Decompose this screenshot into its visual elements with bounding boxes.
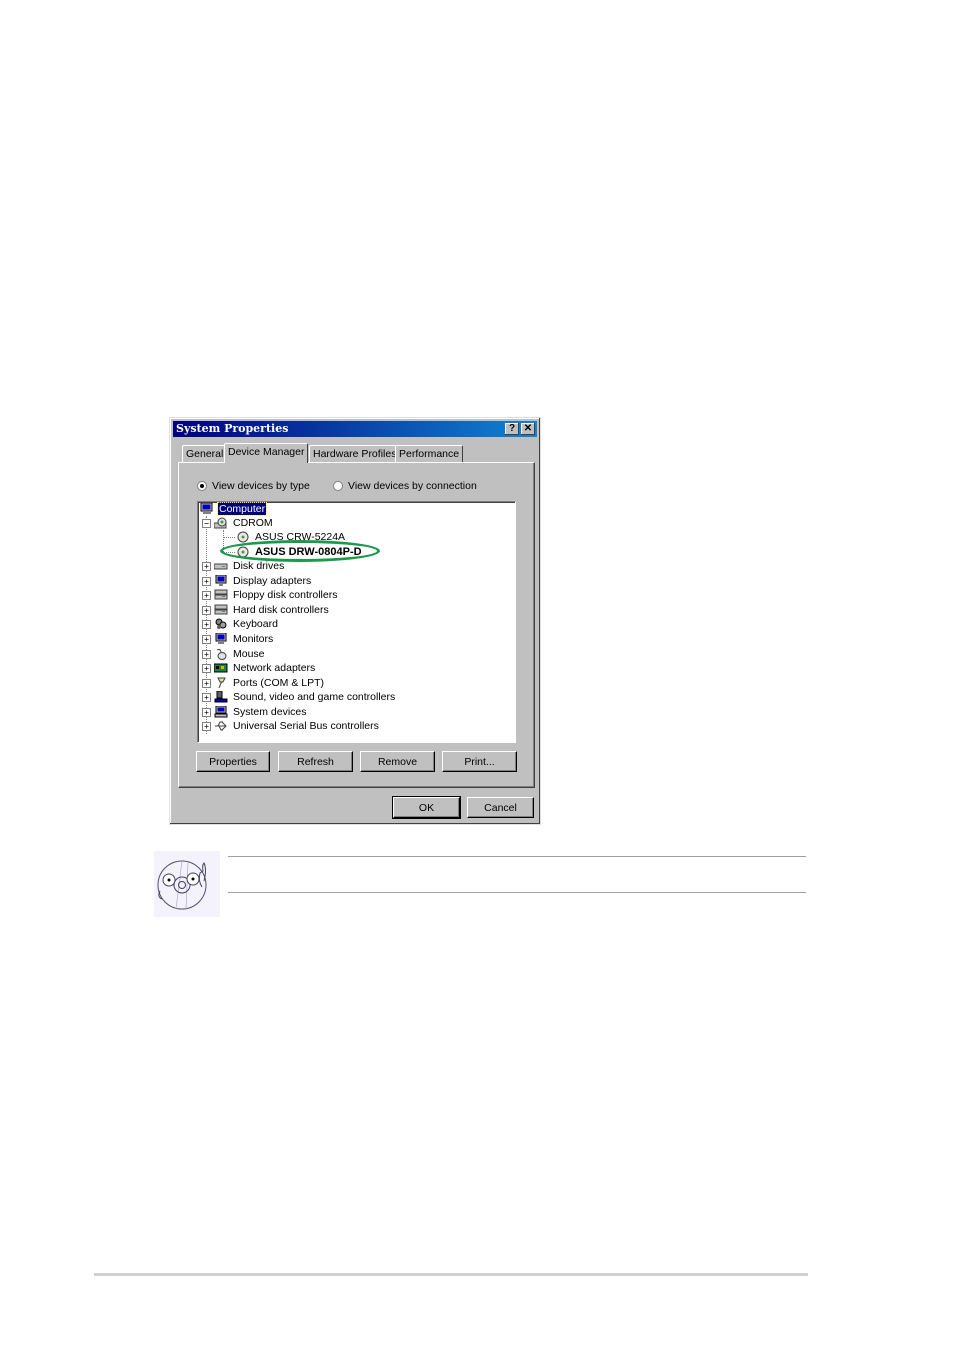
expand-toggle[interactable]: +: [202, 707, 211, 717]
view-by-type-label: View devices by type: [212, 480, 310, 492]
expand-toggle[interactable]: +: [202, 605, 211, 615]
tab-device-manager[interactable]: Device Manager: [224, 443, 309, 463]
hard-disk-controller-icon: [214, 604, 228, 616]
tree-label: Computer: [216, 502, 268, 516]
note-top-rule: [228, 856, 806, 857]
tree-label: Keyboard: [233, 618, 278, 630]
view-by-connection-label: View devices by connection: [348, 480, 477, 492]
tree-item-keyboard[interactable]: + Keyboard: [202, 617, 279, 631]
cancel-button[interactable]: Cancel: [467, 797, 534, 818]
tree-label: CDROM: [233, 517, 273, 529]
tree-label: System devices: [233, 706, 307, 718]
system-properties-dialog: System Properties ? ✕ General Device Man…: [169, 417, 541, 825]
collapse-toggle[interactable]: −: [202, 518, 211, 528]
tree-label: Display adapters: [233, 575, 312, 587]
tree-label: Hard disk controllers: [233, 604, 329, 616]
display-adapter-icon: [214, 574, 228, 587]
tree-label: Sound, video and game controllers: [233, 691, 396, 703]
expand-toggle[interactable]: +: [202, 576, 211, 586]
expand-toggle[interactable]: +: [202, 678, 211, 688]
tree-label: Floppy disk controllers: [233, 589, 338, 601]
tab-performance[interactable]: Performance: [395, 445, 464, 462]
tree-item-mouse[interactable]: + Mouse: [202, 647, 266, 661]
monitor-icon: [214, 632, 228, 645]
tree-item-monitors[interactable]: + Monitors: [202, 632, 274, 646]
print-button[interactable]: Print...: [442, 751, 517, 772]
highlight-ellipse: [220, 540, 380, 562]
title-bar[interactable]: System Properties ? ✕: [173, 421, 537, 437]
tree-item-usb-controllers[interactable]: + Universal Serial Bus controllers: [202, 719, 380, 733]
footer-rule: [94, 1273, 808, 1276]
remove-button[interactable]: Remove: [360, 751, 435, 772]
refresh-button[interactable]: Refresh: [278, 751, 353, 772]
expand-toggle[interactable]: +: [202, 649, 211, 659]
tab-general[interactable]: General: [182, 445, 228, 462]
mouse-icon: [214, 648, 228, 660]
tree-label: Monitors: [233, 633, 274, 645]
tree-label: Disk drives: [233, 560, 285, 572]
tree-item-cdrom[interactable]: − CDROM: [202, 516, 274, 530]
radio-view-by-connection[interactable]: [333, 481, 343, 491]
tree-item-ports[interactable]: + Ports (COM & LPT): [202, 676, 325, 690]
tree-item-floppy-controllers[interactable]: + Floppy disk controllers: [202, 588, 338, 602]
usb-icon: [214, 720, 228, 732]
tree-label: Universal Serial Bus controllers: [233, 720, 379, 732]
tree-item-sound-controllers[interactable]: + Sound, video and game controllers: [202, 690, 396, 704]
properties-button[interactable]: Properties: [196, 751, 270, 772]
dialog-title: System Properties: [176, 422, 289, 435]
network-adapter-icon: [213, 662, 228, 674]
note-bottom-rule: [228, 892, 806, 893]
keyboard-icon: [214, 618, 228, 630]
expand-toggle[interactable]: +: [202, 692, 211, 702]
floppy-controller-icon: [214, 589, 228, 601]
expand-toggle[interactable]: +: [202, 619, 211, 629]
tree-item-system-devices[interactable]: + System devices: [202, 705, 308, 719]
expand-toggle[interactable]: +: [202, 721, 211, 731]
expand-toggle[interactable]: +: [202, 590, 211, 600]
tree-item-computer[interactable]: Computer: [200, 502, 268, 516]
view-by-connection-option[interactable]: View devices by connection: [333, 480, 477, 492]
expand-toggle[interactable]: +: [202, 663, 211, 673]
device-tree[interactable]: Computer − CDROM ASUS CRW-5224A ASUS DRW…: [197, 501, 516, 743]
help-button[interactable]: ?: [505, 423, 519, 435]
tree-connector: [223, 537, 235, 538]
expand-toggle[interactable]: +: [202, 561, 211, 571]
sound-controller-icon: [214, 690, 228, 703]
cdrom-icon: [213, 517, 228, 529]
cd-mascot-icon: [154, 851, 220, 917]
tree-item-display-adapters[interactable]: + Display adapters: [202, 574, 312, 588]
tree-label: Network adapters: [233, 662, 316, 674]
tree-item-network-adapters[interactable]: + Network adapters: [202, 661, 316, 675]
computer-icon: [200, 502, 214, 515]
tree-item-hard-disk-controllers[interactable]: + Hard disk controllers: [202, 603, 330, 617]
disk-drive-icon: [213, 560, 228, 572]
expand-toggle[interactable]: +: [202, 634, 211, 644]
tab-hardware-profiles[interactable]: Hardware Profiles: [309, 445, 401, 462]
tree-label: Mouse: [233, 648, 265, 660]
radio-view-by-type[interactable]: [197, 481, 207, 491]
cd-disc-icon: [236, 531, 250, 543]
ok-button[interactable]: OK: [392, 796, 461, 819]
port-icon: [214, 677, 228, 689]
close-button[interactable]: ✕: [521, 423, 535, 435]
system-devices-icon: [214, 705, 228, 718]
view-by-type-option[interactable]: View devices by type: [197, 480, 310, 492]
tree-label: Ports (COM & LPT): [233, 677, 325, 689]
